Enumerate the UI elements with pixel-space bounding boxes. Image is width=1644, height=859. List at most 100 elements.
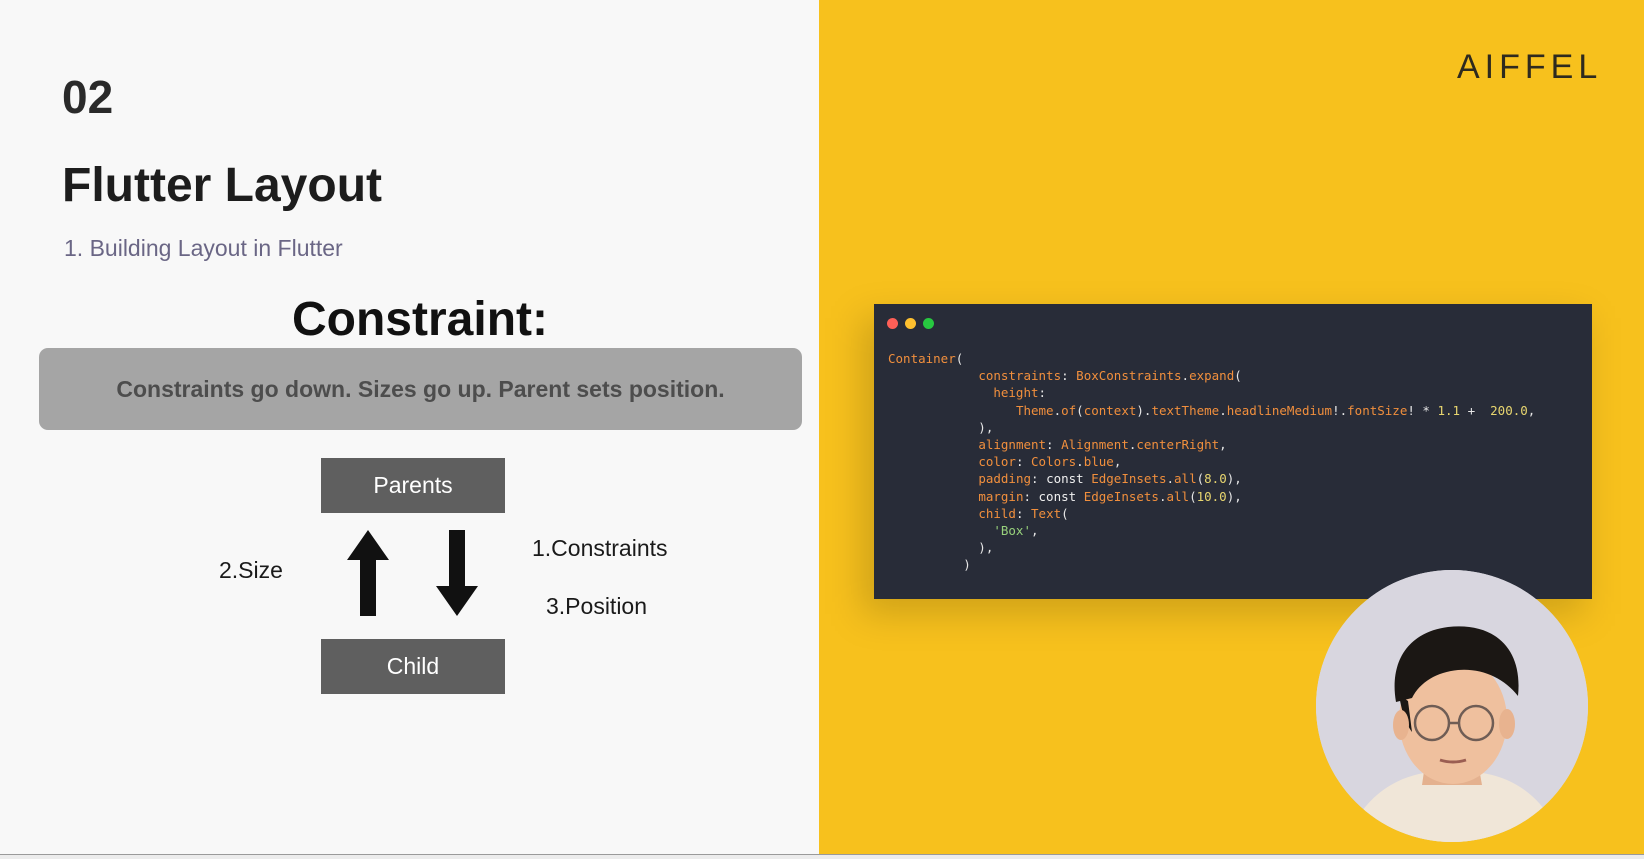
code-token: child [978,505,1016,521]
code-token: of [1061,402,1077,418]
code-token: , [1113,454,1122,470]
code-token: : [1015,454,1032,470]
section-number: 02 [62,71,114,123]
code-line: child: Text( [888,505,1069,521]
code-token: context [1083,402,1137,418]
code-token: ), [888,419,994,435]
video-bottom-edge [0,854,1644,859]
code-token: 10.0 [1196,488,1227,504]
presenter-ear-right [1499,709,1515,739]
code-token: : [1015,505,1032,521]
size-flow-label: 2.Size [219,557,283,583]
code-token: : [1046,437,1062,453]
code-token: ! * [1407,402,1438,418]
code-token: : [1031,471,1047,487]
code-token: ( [1076,402,1084,418]
code-token: . [1158,488,1167,504]
presenter-webcam [1316,570,1588,842]
code-token: 8.0 [1204,471,1227,487]
code-token: EdgeInsets [1083,488,1159,504]
code-line: Theme.of(context).textTheme.headlineMedi… [888,403,1535,418]
code-token: height [993,385,1039,401]
code-token: Theme [1015,402,1054,418]
code-token: 'Box' [993,523,1031,539]
code-token: const [1038,488,1077,504]
constraint-heading: Constraint: [292,293,548,346]
code-token: . [1053,402,1062,418]
code-window: Container( constraints: BoxConstraints.e… [874,304,1592,599]
code-token: Container [888,351,956,366]
code-token: BoxConstraints [1076,368,1182,384]
code-token: headlineMedium [1226,402,1333,418]
presenter-ear-left [1393,710,1409,740]
constraints-flow-label: 1.Constraints [532,535,668,561]
code-line: Container( [888,351,963,366]
code-line: color: Colors.blue, [888,454,1121,469]
code-token: expand [1189,368,1235,384]
code-token: margin [978,488,1024,504]
code-token: . [1181,368,1190,384]
code-token: ), [1226,488,1242,504]
code-token: Alignment [1061,437,1129,453]
code-token: alignment [978,437,1047,453]
arrow-down-icon [436,530,478,616]
code-token: textTheme [1151,402,1220,418]
code-token: , [1219,437,1227,453]
code-token: blue [1083,454,1114,470]
child-box-label: Child [386,653,440,679]
code-token: ( [1061,505,1069,521]
code-token: EdgeInsets [1091,471,1167,487]
code-token: . [1076,454,1084,470]
code-token: Colors [1031,454,1077,470]
code-token: : [1038,385,1047,401]
constraint-rule-banner: Constraints go down. Sizes go up. Parent… [39,348,802,430]
window-maximize-icon [923,318,934,329]
page-subtitle: 1. Building Layout in Flutter [64,235,343,261]
code-line: ), [888,540,993,555]
code-token: ( [1196,471,1205,487]
constraint-rule-text: Constraints go down. Sizes go up. Parent… [116,375,725,402]
code-line: padding: const EdgeInsets.all(8.0), [888,471,1242,487]
code-line: ) [888,557,971,572]
code-token: + [1460,402,1491,418]
code-line: height: [888,385,1046,400]
code-line: ), [888,420,993,435]
code-line: alignment: Alignment.centerRight, [888,437,1227,453]
code-token: : [1023,488,1039,504]
code-token: fontSize [1347,402,1408,418]
code-token: ( [955,351,964,366]
parents-box-label: Parents [373,472,453,498]
code-token: 1.1 [1437,402,1461,418]
window-minimize-icon [905,318,916,329]
code-token: . [1219,402,1227,418]
code-token: padding [978,471,1031,487]
code-token: ), [1226,471,1242,487]
child-box: Child [321,639,505,694]
parents-box: Parents [321,458,505,513]
code-token: ) [888,557,971,573]
code-token: ). [1136,402,1152,418]
code-token: . [1166,471,1175,487]
window-close-icon [887,318,898,329]
code-token: ( [1234,368,1242,384]
code-token: color [978,454,1016,470]
position-flow-label: 3.Position [546,593,648,619]
code-line: 'Box', [888,523,1039,539]
code-token: , [1031,523,1039,539]
code-line: constraints: BoxConstraints.expand( [888,368,1242,384]
aiffel-logo: AIFFEL [1457,48,1603,86]
page-title: Flutter Layout [62,159,382,212]
arrow-up-icon [347,530,389,616]
code-snippet: Container( constraints: BoxConstraints.e… [888,350,1535,574]
code-token: centerRight [1136,437,1220,453]
